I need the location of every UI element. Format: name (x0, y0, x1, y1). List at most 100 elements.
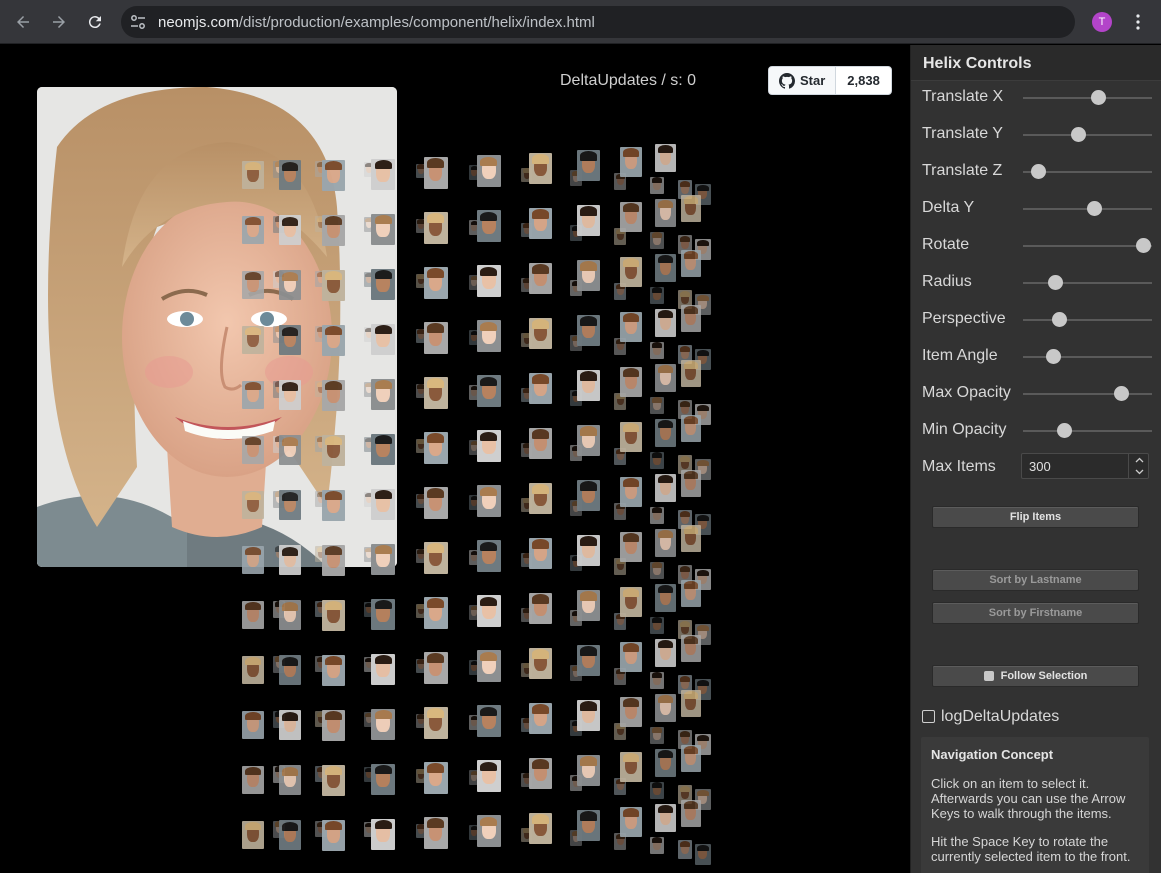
helix-item[interactable] (650, 286, 664, 305)
helix-item[interactable] (278, 270, 301, 301)
helix-item[interactable] (528, 262, 553, 295)
helix-item[interactable] (423, 817, 448, 850)
helix-stage[interactable]: DeltaUpdates / s: 0 Star 2,838 (0, 45, 910, 873)
helix-item[interactable] (680, 800, 701, 827)
helix-item[interactable] (680, 635, 701, 662)
helix-item[interactable] (278, 215, 301, 246)
helix-item[interactable] (680, 250, 701, 277)
helix-item[interactable] (650, 836, 664, 855)
sort-by-lastname-button[interactable]: Sort by Lastname (932, 569, 1139, 591)
helix-item[interactable] (242, 160, 264, 190)
helix-item[interactable] (322, 654, 346, 686)
follow-selection-button[interactable]: Follow Selection (932, 665, 1139, 687)
slider-thumb[interactable] (1135, 238, 1151, 253)
helix-item[interactable] (577, 425, 601, 456)
helix-item[interactable] (242, 710, 264, 740)
helix-item[interactable] (423, 212, 448, 245)
helix-item[interactable] (371, 543, 395, 576)
helix-item[interactable] (619, 312, 642, 342)
helix-item[interactable] (476, 320, 501, 353)
helix-item[interactable] (528, 647, 553, 680)
helix-item[interactable] (278, 380, 301, 411)
helix-item[interactable] (650, 231, 664, 250)
helix-item[interactable] (371, 323, 395, 356)
helix-item[interactable] (528, 207, 553, 240)
slider-track[interactable] (1023, 423, 1152, 438)
helix-item[interactable] (680, 415, 701, 442)
max-items-input[interactable]: 300 (1021, 453, 1149, 479)
helix-item[interactable] (278, 710, 301, 741)
helix-item[interactable] (423, 652, 448, 685)
slider-track[interactable] (1023, 238, 1152, 253)
helix-item[interactable] (423, 322, 448, 355)
helix-item[interactable] (476, 815, 501, 848)
helix-item[interactable] (680, 360, 701, 387)
helix-item[interactable] (619, 752, 642, 782)
helix-item[interactable] (619, 587, 642, 617)
helix-item[interactable] (476, 265, 501, 298)
helix-item[interactable] (650, 671, 664, 690)
slider-thumb[interactable] (1086, 201, 1102, 216)
helix-item[interactable] (650, 176, 664, 195)
helix-item[interactable] (680, 195, 701, 222)
helix-item[interactable] (680, 690, 701, 717)
helix-item[interactable] (278, 765, 301, 796)
helix-item[interactable] (242, 270, 264, 300)
helix-item[interactable] (654, 638, 677, 667)
reload-icon[interactable] (83, 10, 107, 34)
helix-item[interactable] (476, 650, 501, 683)
helix-item[interactable] (423, 267, 448, 300)
helix-item[interactable] (278, 490, 301, 521)
helix-item[interactable] (278, 545, 301, 576)
helix-item[interactable] (371, 818, 395, 851)
helix-item[interactable] (322, 709, 346, 741)
helix-item[interactable] (242, 325, 264, 355)
helix-item[interactable] (680, 745, 701, 772)
url-text[interactable]: neomjs.com/dist/production/examples/comp… (158, 14, 595, 31)
helix-item[interactable] (322, 544, 346, 576)
helix-item[interactable] (577, 810, 601, 841)
slider-thumb[interactable] (1071, 127, 1087, 142)
helix-item[interactable] (619, 422, 642, 452)
chevron-up-icon[interactable] (1134, 455, 1144, 465)
helix-item[interactable] (577, 700, 601, 731)
helix-item[interactable] (322, 214, 346, 246)
helix-item[interactable] (242, 655, 264, 685)
helix-item[interactable] (650, 726, 664, 745)
helix-item[interactable] (680, 305, 701, 332)
helix-item[interactable] (577, 755, 601, 786)
slider-thumb[interactable] (1057, 423, 1073, 438)
helix-item[interactable] (278, 325, 301, 356)
chevron-down-icon[interactable] (1134, 467, 1144, 477)
helix-item[interactable] (650, 396, 664, 415)
helix-item[interactable] (680, 580, 701, 607)
slider-thumb[interactable] (1048, 275, 1064, 290)
helix-item[interactable] (322, 269, 346, 301)
helix-item[interactable] (423, 377, 448, 410)
helix-item[interactable] (371, 653, 395, 686)
helix-item[interactable] (322, 489, 346, 521)
helix-item[interactable] (528, 317, 553, 350)
helix-item[interactable] (619, 202, 642, 232)
helix-item[interactable] (242, 215, 264, 245)
helix-item[interactable] (278, 655, 301, 686)
helix-item[interactable] (423, 597, 448, 630)
helix-item[interactable] (577, 370, 601, 401)
helix-item[interactable] (619, 257, 642, 287)
helix-item[interactable] (650, 781, 664, 800)
helix-item[interactable] (654, 418, 677, 447)
helix-item[interactable] (528, 152, 553, 185)
github-star-widget[interactable]: Star 2,838 (768, 66, 892, 95)
helix-item[interactable] (577, 645, 601, 676)
flip-items-button[interactable]: Flip Items (932, 506, 1139, 528)
helix-item[interactable] (371, 158, 395, 191)
helix-item[interactable] (677, 840, 693, 860)
helix-item[interactable] (371, 268, 395, 301)
sort-by-firstname-button[interactable]: Sort by Firstname (932, 602, 1139, 624)
helix-item[interactable] (371, 488, 395, 521)
helix-item[interactable] (528, 372, 553, 405)
helix-item[interactable] (476, 485, 501, 518)
helix-item[interactable] (577, 590, 601, 621)
slider-thumb[interactable] (1052, 312, 1068, 327)
slider-track[interactable] (1023, 275, 1152, 290)
